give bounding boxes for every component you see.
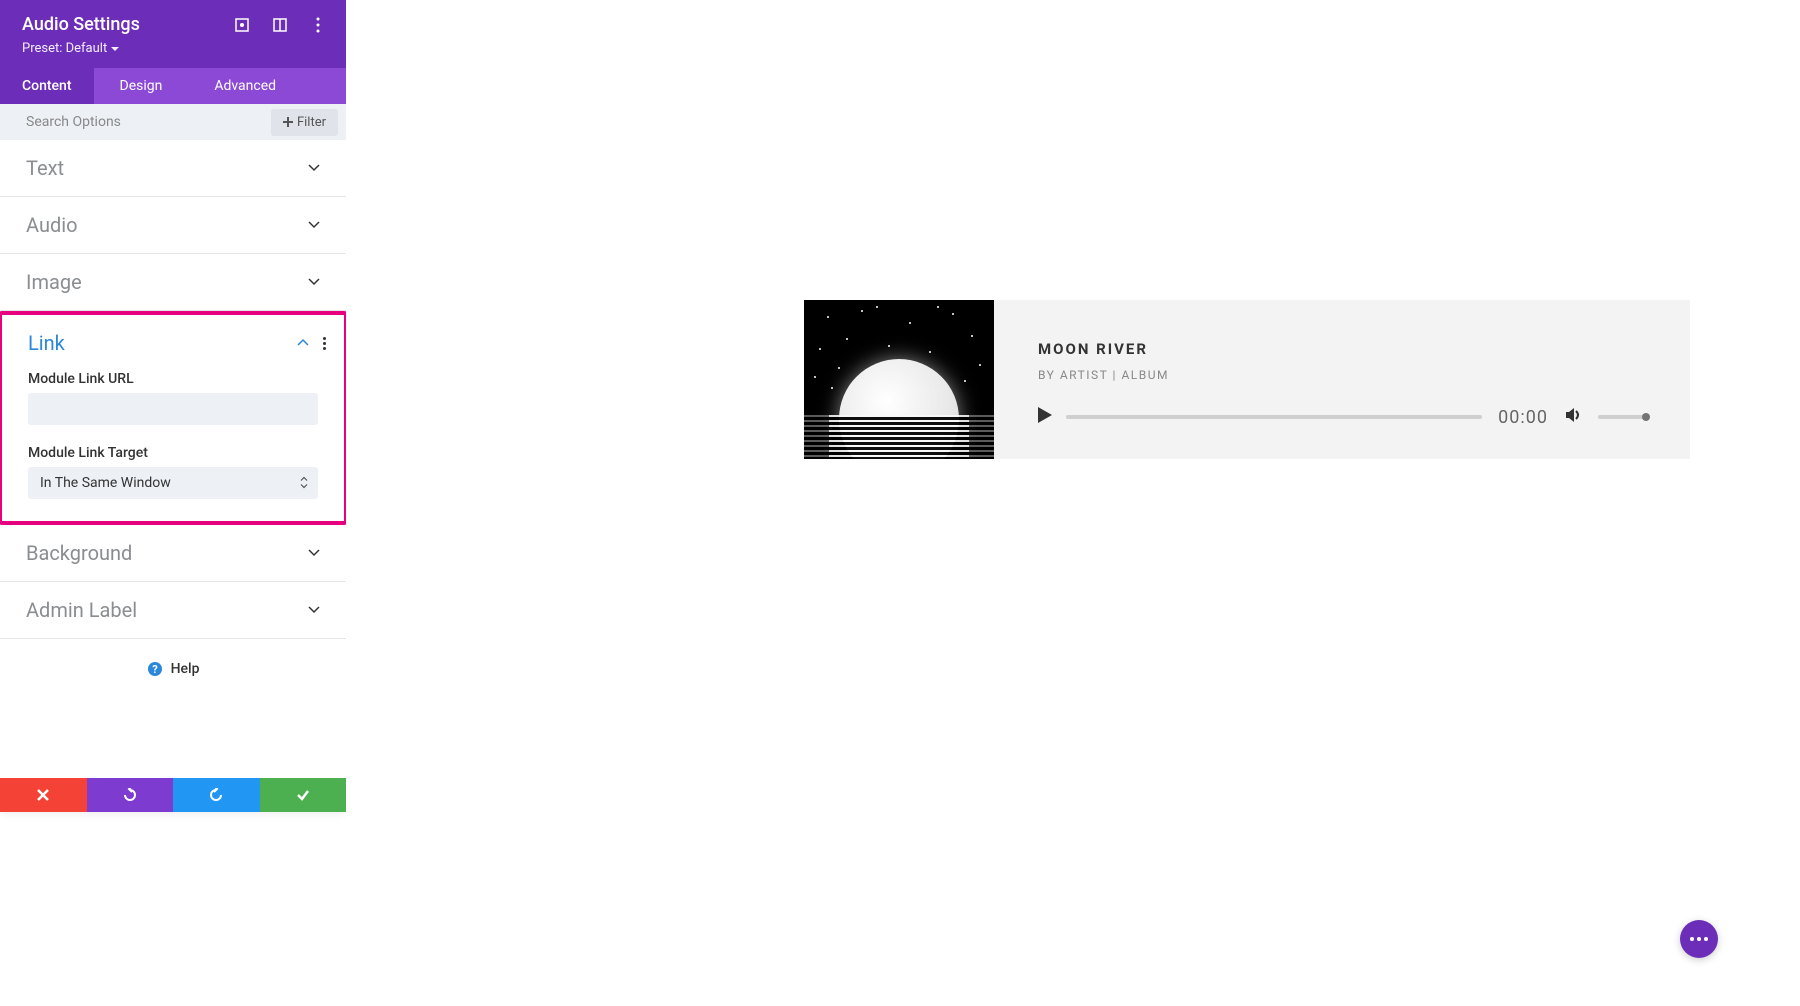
fab-button[interactable]: [1680, 920, 1718, 958]
section-text: Text: [0, 140, 346, 197]
section-image: Image: [0, 254, 346, 311]
progress-slider[interactable]: [1068, 415, 1482, 419]
track-title: MOON RIVER: [1038, 340, 1646, 358]
player-controls: 00:00: [1038, 406, 1646, 428]
caret-down-icon: [111, 45, 119, 53]
volume-icon: [1564, 406, 1582, 424]
section-background: Background: [0, 525, 346, 582]
check-icon: [296, 788, 310, 802]
link-section-body: Module Link URL Module Link Target In Th…: [2, 371, 344, 521]
settings-sidebar: Audio Settings Preset: Default Content D…: [0, 0, 346, 812]
redo-button[interactable]: [173, 778, 260, 812]
chevron-down-icon: [308, 162, 320, 174]
filter-label: Filter: [297, 115, 326, 130]
settings-tabs: Content Design Advanced: [0, 68, 346, 104]
link-highlight: Link Module Link URL Module Link Target …: [0, 311, 348, 525]
chevron-up-icon: [297, 337, 309, 349]
help-icon: ?: [147, 661, 163, 677]
link-target-label: Module Link Target: [28, 445, 318, 461]
chevron-down-icon: [308, 604, 320, 616]
preset-label: Preset: Default: [22, 41, 107, 56]
album-art: [804, 300, 994, 459]
chevron-down-icon: [308, 547, 320, 559]
audio-info: MOON RIVER BY ARTIST | ALBUM 00:00: [994, 300, 1690, 459]
plus-icon: [283, 117, 293, 127]
settings-title: Audio Settings: [22, 14, 140, 35]
sidebar-header: Audio Settings Preset: Default: [0, 0, 346, 68]
volume-slider[interactable]: [1598, 415, 1646, 419]
section-audio-header[interactable]: Audio: [0, 197, 346, 253]
section-audio: Audio: [0, 197, 346, 254]
play-button[interactable]: [1038, 407, 1052, 427]
volume-button[interactable]: [1564, 406, 1582, 428]
chevron-down-icon: [308, 219, 320, 231]
link-url-input[interactable]: [28, 393, 318, 425]
help-label: Help: [171, 661, 200, 677]
save-button[interactable]: [260, 778, 347, 812]
tab-advanced[interactable]: Advanced: [188, 68, 302, 104]
section-background-header[interactable]: Background: [0, 525, 346, 581]
tab-content[interactable]: Content: [0, 68, 94, 104]
help-button[interactable]: ? Help: [0, 639, 346, 699]
redo-icon: [209, 788, 223, 802]
tab-design[interactable]: Design: [94, 68, 189, 104]
layout-icon[interactable]: [272, 17, 288, 33]
time-label: 00:00: [1498, 407, 1548, 428]
search-input[interactable]: [0, 104, 271, 140]
section-text-header[interactable]: Text: [0, 140, 346, 196]
more-horizontal-icon: [1690, 937, 1708, 941]
footer-actions: [0, 778, 346, 812]
play-icon: [1038, 407, 1052, 423]
close-icon: [36, 788, 50, 802]
link-target-select[interactable]: In The Same Window: [28, 467, 318, 499]
link-url-label: Module Link URL: [28, 371, 318, 387]
undo-icon: [123, 788, 137, 802]
section-link: Link Module Link URL Module Link Target …: [2, 315, 344, 521]
chevron-down-icon: [308, 276, 320, 288]
section-more-icon[interactable]: [323, 337, 326, 350]
preview-area: MOON RIVER BY ARTIST | ALBUM 00:00: [346, 0, 1800, 1006]
preset-selector[interactable]: Preset: Default: [22, 41, 326, 56]
svg-text:?: ?: [152, 663, 158, 676]
audio-module: MOON RIVER BY ARTIST | ALBUM 00:00: [804, 300, 1690, 459]
undo-button[interactable]: [87, 778, 174, 812]
track-meta: BY ARTIST | ALBUM: [1038, 368, 1646, 382]
expand-icon[interactable]: [234, 17, 250, 33]
cancel-button[interactable]: [0, 778, 87, 812]
section-admin-label: Admin Label: [0, 582, 346, 639]
section-link-header[interactable]: Link: [2, 315, 344, 371]
search-row: Filter: [0, 104, 346, 140]
more-icon[interactable]: [310, 17, 326, 33]
section-image-header[interactable]: Image: [0, 254, 346, 310]
filter-button[interactable]: Filter: [271, 109, 338, 136]
section-admin-label-header[interactable]: Admin Label: [0, 582, 346, 638]
